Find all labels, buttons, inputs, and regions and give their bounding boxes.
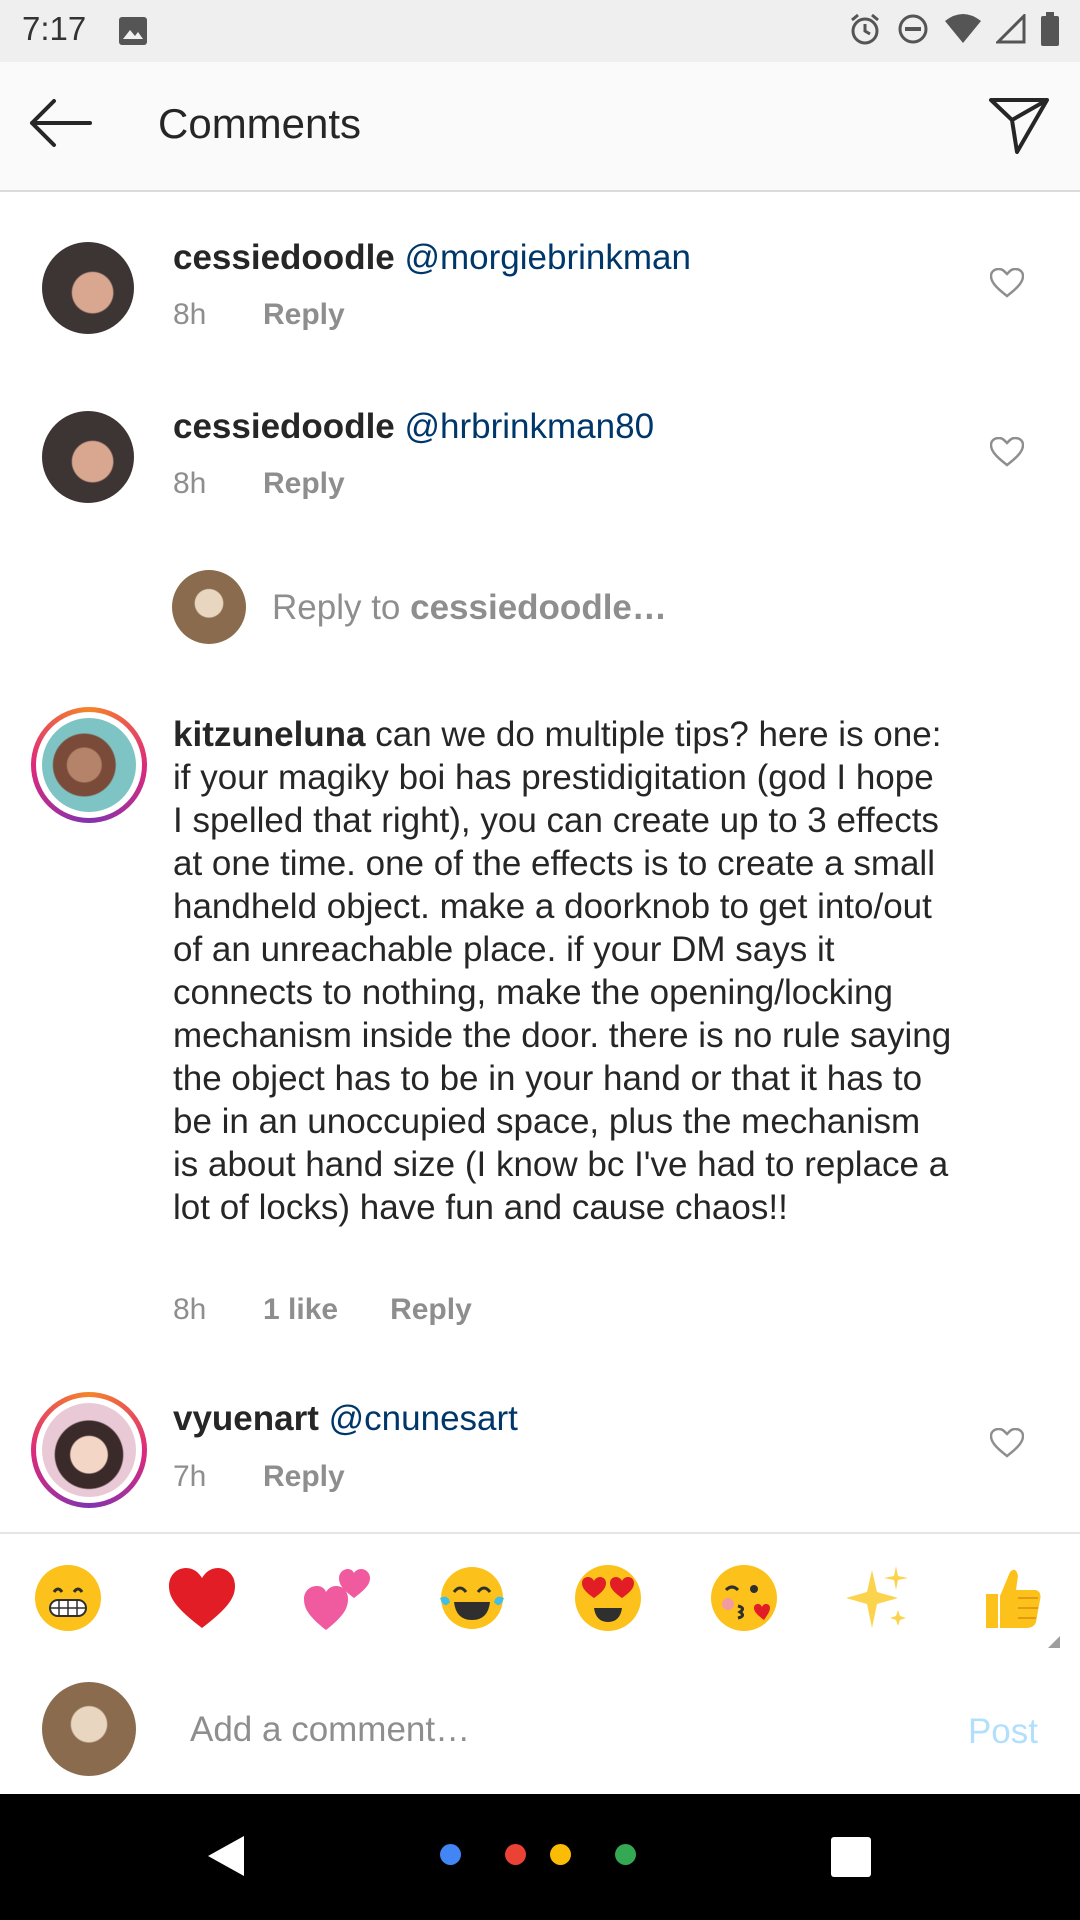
comment-text: cessiedoodle @morgiebrinkman — [173, 236, 691, 279]
comment-username[interactable]: cessiedoodle — [173, 407, 395, 446]
google-dot-blue-icon — [440, 1844, 461, 1865]
my-avatar — [42, 1682, 136, 1776]
avatar-story-ring[interactable] — [31, 1392, 147, 1508]
comment-username[interactable]: vyuenart — [173, 1399, 319, 1438]
avatar — [42, 718, 136, 812]
my-avatar — [172, 570, 246, 644]
nav-home-dots[interactable] — [440, 1844, 636, 1865]
comment-meta: 8h Reply — [173, 467, 397, 501]
avatar[interactable] — [42, 242, 134, 334]
status-icons — [848, 12, 1060, 46]
grinning-emoji-icon[interactable] — [32, 1562, 104, 1634]
system-nav-bar — [0, 1794, 1080, 1920]
thumbs-up-emoji-icon[interactable] — [976, 1562, 1048, 1634]
avatar — [42, 1403, 136, 1497]
google-dot-yellow-icon — [550, 1844, 571, 1865]
comment-mention[interactable]: @hrbrinkman80 — [405, 407, 655, 446]
comment-username[interactable]: cessiedoodle — [173, 238, 395, 277]
status-time: 7:17 — [22, 10, 87, 47]
reply-button[interactable]: Reply — [263, 467, 345, 501]
reply-to-user: cessiedoodle… — [410, 588, 667, 627]
reply-button[interactable]: Reply — [263, 1460, 345, 1494]
comment-time: 8h — [173, 467, 207, 500]
reply-to-prefix: Reply to — [272, 588, 411, 627]
comment-time: 7h — [173, 1460, 207, 1493]
comment-text: cessiedoodle @hrbrinkman80 — [173, 405, 654, 448]
back-arrow-icon[interactable] — [28, 98, 92, 148]
direct-send-icon[interactable] — [988, 96, 1050, 154]
comment-username[interactable]: kitzuneluna — [173, 715, 366, 754]
battery-icon — [1041, 12, 1059, 46]
nav-overview-icon[interactable] — [830, 1836, 872, 1878]
avatar-story-ring[interactable] — [31, 707, 147, 823]
google-dot-red-icon — [505, 1844, 526, 1865]
reply-to-prompt[interactable]: Reply to cessiedoodle… — [272, 588, 667, 628]
sparkles-emoji-icon[interactable] — [842, 1562, 914, 1634]
comment-mention[interactable]: @morgiebrinkman — [405, 238, 691, 277]
wifi-icon — [945, 14, 981, 43]
emoji-quick-bar — [0, 1532, 1080, 1666]
app-bar: Comments — [0, 62, 1080, 192]
nav-back-icon[interactable] — [206, 1834, 246, 1878]
comment-composer: Add a comment… Post — [0, 1664, 1080, 1794]
comment-time: 8h — [173, 298, 207, 331]
dnd-icon — [898, 14, 928, 44]
avatar[interactable] — [42, 411, 134, 503]
reply-button[interactable]: Reply — [263, 298, 345, 332]
post-button[interactable]: Post — [968, 1712, 1038, 1752]
alarm-icon — [851, 13, 879, 45]
like-heart-icon[interactable] — [990, 268, 1024, 298]
page-title: Comments — [158, 100, 362, 147]
like-heart-icon[interactable] — [990, 437, 1024, 467]
face-blowing-kiss-emoji-icon[interactable] — [708, 1562, 780, 1634]
expand-corner-icon — [1048, 1636, 1060, 1648]
reply-button[interactable]: Reply — [390, 1293, 472, 1327]
comment-text: vyuenart @cnunesart — [173, 1397, 518, 1440]
comment-meta: 8h Reply — [173, 298, 397, 332]
tears-of-joy-emoji-icon[interactable] — [436, 1562, 508, 1634]
image-icon — [119, 17, 147, 45]
comment-meta: 7h Reply — [173, 1460, 397, 1494]
red-heart-emoji-icon[interactable] — [166, 1562, 238, 1634]
comment-time: 8h — [173, 1293, 207, 1326]
heart-eyes-emoji-icon[interactable] — [572, 1562, 644, 1634]
like-heart-icon[interactable] — [990, 1428, 1024, 1458]
likes-count[interactable]: 1 like — [263, 1293, 338, 1327]
comment-mention[interactable]: @cnunesart — [329, 1399, 518, 1438]
status-bar: 7:17 — [0, 0, 1080, 62]
two-hearts-emoji-icon[interactable] — [302, 1562, 374, 1634]
google-dot-green-icon — [615, 1844, 636, 1865]
signal-icon — [996, 14, 1026, 44]
comment-text: kitzuneluna can we do multiple tips? her… — [173, 713, 953, 1229]
comment-body: can we do multiple tips? here is one: if… — [173, 715, 952, 1227]
comment-meta: 8h 1 like Reply — [173, 1293, 524, 1327]
comment-input[interactable]: Add a comment… — [190, 1710, 470, 1750]
